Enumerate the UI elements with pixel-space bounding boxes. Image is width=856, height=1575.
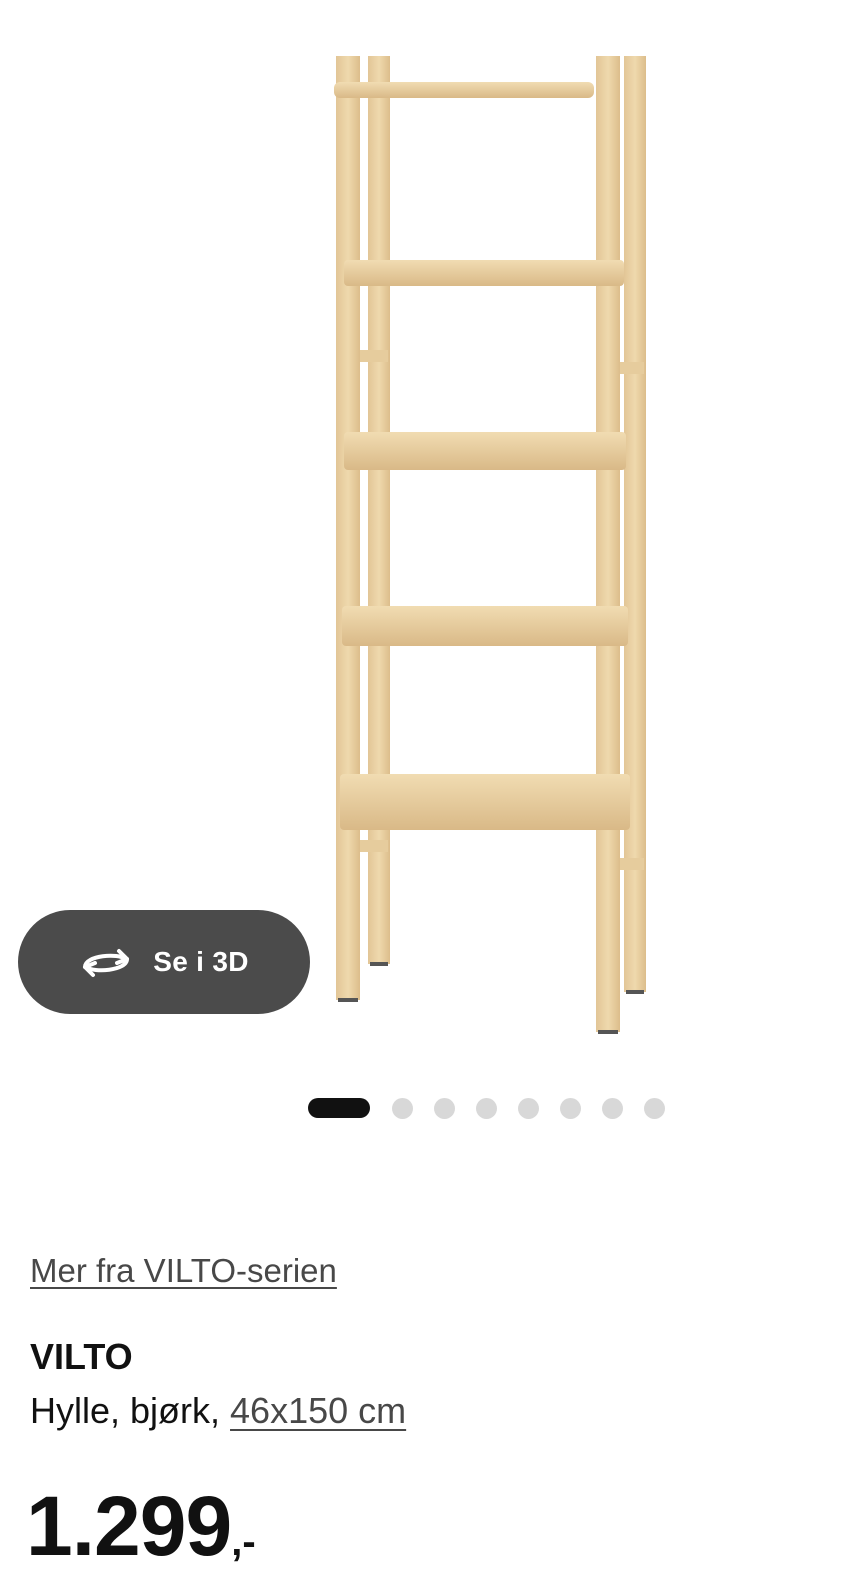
price-suffix: ,-: [231, 1520, 256, 1564]
product-size-link[interactable]: 46x150 cm: [230, 1390, 406, 1431]
gallery-dot[interactable]: [602, 1097, 623, 1119]
product-image-gallery[interactable]: Se i 3D: [0, 0, 856, 1119]
product-name: VILTO: [30, 1336, 133, 1377]
gallery-pagination: [308, 1096, 686, 1120]
gallery-dot[interactable]: [560, 1097, 581, 1119]
gallery-dot-active[interactable]: [308, 1098, 370, 1118]
gallery-dot[interactable]: [518, 1097, 539, 1119]
product-description: Hylle, bjørk, 46x150 cm: [30, 1390, 406, 1432]
price-integer: 1.299: [26, 1479, 232, 1573]
product-price: 1.299,-: [26, 1478, 256, 1575]
view-in-3d-label: Se i 3D: [153, 946, 249, 977]
series-link[interactable]: Mer fra VILTO-serien: [30, 1252, 337, 1290]
gallery-dot[interactable]: [434, 1097, 455, 1119]
rotate-3d-icon: [83, 949, 130, 977]
gallery-dot[interactable]: [644, 1097, 665, 1119]
gallery-dot[interactable]: [392, 1097, 413, 1119]
gallery-dot[interactable]: [476, 1097, 497, 1119]
view-in-3d-button[interactable]: Se i 3D: [18, 910, 310, 1014]
product-type-text: Hylle, bjørk,: [30, 1390, 231, 1431]
product-image-shelf: [334, 56, 646, 1034]
